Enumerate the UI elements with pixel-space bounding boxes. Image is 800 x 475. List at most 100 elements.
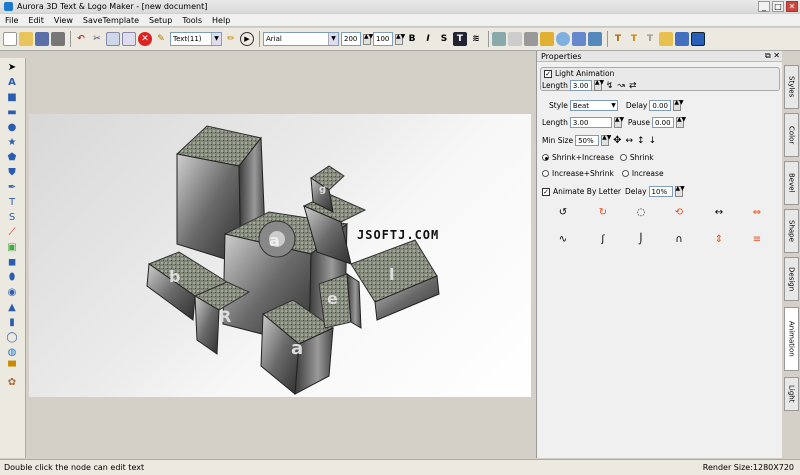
bounce-text-anim-icon[interactable]: ⇕	[711, 233, 727, 245]
text-select[interactable]: Text(11) ▼	[170, 32, 222, 46]
text-effect-3-icon[interactable]: T	[643, 32, 657, 46]
copy-icon[interactable]	[106, 32, 120, 46]
spin-anim-icon[interactable]: ◌	[633, 206, 649, 218]
arch-anim-icon[interactable]: ∩	[671, 233, 687, 245]
object-tool-7-icon[interactable]	[588, 32, 602, 46]
pencil-icon[interactable]: ✏	[224, 32, 238, 46]
line-tool-icon[interactable]: ⟋	[5, 226, 19, 238]
pause-input[interactable]: 0.00	[651, 117, 674, 128]
style-select[interactable]: Beat ▼	[569, 100, 618, 111]
size-input-2[interactable]: 100	[373, 32, 393, 46]
rectangle-tool-icon[interactable]: ■	[5, 91, 19, 103]
abc-text-anim-icon[interactable]: ≡	[749, 233, 765, 245]
text-effect-1-icon[interactable]: T	[611, 32, 625, 46]
cylinder-tool-icon[interactable]: ⬮	[5, 271, 19, 283]
box-icon[interactable]	[540, 32, 554, 46]
delete-icon[interactable]: ✕	[138, 32, 152, 46]
tab-shape[interactable]: Shape	[784, 209, 799, 253]
size-input-1[interactable]: 200	[341, 32, 361, 46]
render-canvas[interactable]: b R a e l g a JSOFTJ.COM	[29, 114, 531, 397]
globe-icon[interactable]	[556, 32, 570, 46]
anim-icon-1[interactable]: ↯	[606, 81, 614, 91]
anim-icon-2[interactable]: ↝	[617, 81, 625, 91]
pen-tool-icon[interactable]: ✒	[5, 181, 19, 193]
increase-radio[interactable]	[621, 170, 629, 177]
increase-shrink-radio[interactable]	[542, 170, 549, 177]
italic-button[interactable]: I	[421, 32, 435, 46]
menu-tools[interactable]: Tools	[177, 16, 207, 25]
rotate-text-anim-icon[interactable]: ↻	[595, 206, 611, 218]
length-spin[interactable]: ▲▼	[593, 80, 604, 91]
background-icon[interactable]	[691, 32, 705, 46]
tab-styles[interactable]: Styles	[784, 65, 799, 109]
object-tool-3-icon[interactable]	[524, 32, 538, 46]
delay2-input[interactable]: 10%	[648, 186, 673, 197]
pipe-tool-icon[interactable]: ▮	[5, 316, 19, 328]
new-file-icon[interactable]	[3, 32, 17, 46]
play-icon[interactable]: ▶	[240, 32, 254, 46]
tab-animation[interactable]: Animation	[784, 307, 799, 371]
length-input[interactable]: 3.00	[569, 80, 592, 91]
undo-icon[interactable]: ↶	[74, 32, 88, 46]
menu-savetemplate[interactable]: SaveTemplate	[78, 16, 144, 25]
size-spin-2[interactable]: ▲▼	[395, 33, 405, 45]
globe-tool-icon[interactable]: ◍	[5, 346, 19, 358]
delay-input[interactable]: 0.00	[649, 100, 672, 111]
menu-file[interactable]: File	[0, 16, 23, 25]
sphere-tool-icon[interactable]: ◉	[5, 286, 19, 298]
delay2-spin[interactable]: ▲▼	[674, 186, 685, 197]
save-as-icon[interactable]	[51, 32, 65, 46]
shield-tool-icon[interactable]: ⛊	[5, 166, 19, 178]
text-style-button[interactable]: T	[453, 32, 467, 46]
minsize-spin[interactable]: ▲▼	[601, 135, 611, 146]
close-button[interactable]: ✕	[786, 1, 798, 12]
loop-icon[interactable]: ⇄	[629, 81, 637, 91]
cone-tool-icon[interactable]: ▲	[5, 301, 19, 313]
tab-light[interactable]: Light	[784, 377, 799, 411]
pentagon-tool-icon[interactable]: ⬟	[5, 151, 19, 163]
arrange-icon[interactable]: ≋	[469, 32, 483, 46]
object-tool-6-icon[interactable]	[572, 32, 586, 46]
swirl-text-anim-icon[interactable]: ⟲	[671, 206, 687, 218]
length2-input[interactable]: 3.00	[569, 117, 612, 128]
cube-tool-icon[interactable]: ◼	[5, 256, 19, 268]
animate-by-letter-checkbox[interactable]: ✓	[542, 187, 550, 196]
tab-color[interactable]: Color	[784, 113, 799, 157]
object-tool-2-icon[interactable]	[508, 32, 522, 46]
brush-icon[interactable]: ✎	[154, 32, 168, 46]
gradient-tool-icon[interactable]: ▀	[5, 361, 19, 373]
image-tool-icon[interactable]: ▣	[5, 241, 19, 253]
save-icon[interactable]	[35, 32, 49, 46]
menu-view[interactable]: View	[49, 16, 78, 25]
circle-tool-icon[interactable]: ●	[5, 121, 19, 133]
font-select[interactable]: Arial ▼	[263, 32, 339, 46]
shrink-increase-radio[interactable]	[542, 154, 549, 161]
pause-spin[interactable]: ▲▼	[675, 117, 686, 128]
rounded-rect-tool-icon[interactable]: ▬	[5, 106, 19, 118]
slide-text-anim-icon[interactable]: ⇔	[749, 206, 765, 218]
cut-icon[interactable]: ✂	[90, 32, 104, 46]
open-folder-icon[interactable]	[19, 32, 33, 46]
shrink-radio[interactable]	[619, 154, 627, 161]
move-all-icon[interactable]: ✥	[613, 135, 621, 146]
length2-spin[interactable]: ▲▼	[613, 117, 624, 128]
down-arrow-icon[interactable]: ↓	[649, 136, 657, 146]
delay-spin[interactable]: ▲▼	[673, 100, 684, 111]
tab-design[interactable]: Design	[784, 257, 799, 301]
select-tool-icon[interactable]: ➤	[5, 61, 19, 73]
text-effect-2-icon[interactable]: T	[627, 32, 641, 46]
menu-edit[interactable]: Edit	[23, 16, 49, 25]
maximize-button[interactable]: □	[772, 1, 784, 12]
menu-help[interactable]: Help	[207, 16, 235, 25]
s-curve-anim-icon[interactable]: ʃ	[595, 233, 611, 245]
effect-tool-icon[interactable]: ✿	[5, 376, 19, 388]
menu-setup[interactable]: Setup	[144, 16, 177, 25]
strike-button[interactable]: S	[437, 32, 451, 46]
rotate-anim-icon[interactable]: ↺	[555, 206, 571, 218]
torus-tool-icon[interactable]: ◯	[5, 331, 19, 343]
render-icon[interactable]	[675, 32, 689, 46]
star-tool-icon[interactable]: ★	[5, 136, 19, 148]
vertical-arrow-icon[interactable]: ↕	[637, 136, 645, 146]
minimize-button[interactable]: _	[758, 1, 770, 12]
text-object-icon[interactable]: T	[5, 196, 19, 208]
